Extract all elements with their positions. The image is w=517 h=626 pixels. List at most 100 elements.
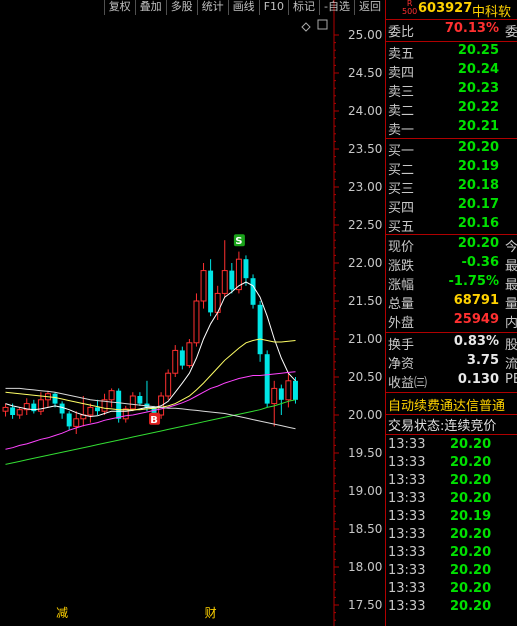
tick-row: 13:33 20.20 bbox=[386, 491, 517, 508]
stat-row: 涨跌 -0.36 最 bbox=[388, 255, 517, 274]
candle-body bbox=[193, 300, 200, 344]
y-tick-label: 21.00 bbox=[348, 332, 382, 346]
price: 20.16 bbox=[457, 216, 499, 231]
stat-row: 收益㈢0.130PE bbox=[388, 372, 517, 391]
diamond-icon[interactable] bbox=[301, 22, 311, 32]
tick-price: 20.20 bbox=[450, 437, 492, 452]
y-tick-label: 18.00 bbox=[348, 560, 382, 574]
candle-body bbox=[52, 393, 58, 404]
tick-row: 13:33 20.20 bbox=[386, 563, 517, 580]
kline-chart[interactable]: 25.00 24.50 24.00 23.50 23.00 22.50 22.00 21.50… bbox=[0, 0, 385, 626]
candle-body bbox=[250, 278, 256, 305]
candle-body bbox=[229, 270, 235, 290]
y-tick-label: 23.50 bbox=[348, 142, 382, 156]
stat-value: 0.130 bbox=[457, 372, 499, 387]
window-toggle-icon[interactable] bbox=[317, 19, 328, 30]
price: 20.22 bbox=[457, 100, 499, 115]
candle-body bbox=[122, 408, 129, 420]
y-tick-label: 20.00 bbox=[348, 408, 382, 422]
stat-row: 现价 20.20 今 bbox=[388, 236, 517, 255]
chart-toolbar: 复权 叠加 多股 统计 画线 F10 标记 -自选 返回 bbox=[0, 0, 385, 15]
tick-price: 20.20 bbox=[450, 491, 492, 506]
toolbar-button[interactable]: -自选 bbox=[319, 0, 354, 15]
stat-row: 换手 0.83% 股 bbox=[388, 334, 517, 353]
weibi-row: 委比 70.13% 委 bbox=[388, 21, 517, 40]
notice-bar[interactable]: 自动续费通达信普通 bbox=[386, 395, 517, 414]
candle-body bbox=[208, 270, 214, 313]
stock-name: 中科软 bbox=[472, 5, 512, 20]
tick-price: 20.20 bbox=[450, 473, 492, 488]
price: 20.25 bbox=[457, 43, 499, 58]
toolbar-button[interactable]: 叠加 bbox=[134, 0, 166, 15]
ask-level[interactable]: 卖三 20.23 bbox=[386, 81, 517, 100]
bid-level[interactable]: 买三 20.18 bbox=[386, 178, 517, 197]
price: 20.21 bbox=[457, 119, 499, 134]
y-tick-label: 25.00 bbox=[348, 28, 382, 42]
tick-time: 13:33 bbox=[388, 455, 426, 470]
toolbar-button[interactable]: 统计 bbox=[196, 0, 228, 15]
price: 20.19 bbox=[457, 159, 499, 174]
tick-time: 13:33 bbox=[388, 491, 426, 506]
bid-level[interactable]: 买一 20.20 bbox=[386, 140, 517, 159]
candle-body bbox=[285, 380, 292, 401]
ask-level[interactable]: 卖二 20.22 bbox=[386, 100, 517, 119]
bid-level[interactable]: 买二 20.19 bbox=[386, 159, 517, 178]
candle-body bbox=[292, 380, 298, 400]
event-label[interactable]: 减 bbox=[56, 606, 68, 620]
tick-time: 13:33 bbox=[388, 581, 426, 596]
price: 20.18 bbox=[457, 178, 499, 193]
y-tick-label: 22.00 bbox=[348, 256, 382, 270]
candle-body bbox=[2, 406, 9, 412]
candle-body bbox=[66, 413, 72, 427]
candle-body bbox=[186, 342, 193, 367]
tick-price: 20.20 bbox=[450, 599, 492, 614]
tick-row: 13:33 20.20 bbox=[386, 545, 517, 562]
y-tick-label: 19.00 bbox=[348, 484, 382, 498]
bid-level[interactable]: 买四 20.17 bbox=[386, 197, 517, 216]
tick-row: 13:33 20.20 bbox=[386, 473, 517, 490]
toolbar-button[interactable]: 标记 bbox=[288, 0, 319, 15]
divider bbox=[386, 392, 517, 393]
candle-body bbox=[116, 390, 122, 419]
divider bbox=[386, 434, 517, 435]
toolbar-button[interactable]: 返回 bbox=[354, 0, 385, 15]
y-tick-label: 17.50 bbox=[348, 598, 382, 612]
stat-value: -0.36 bbox=[461, 255, 499, 270]
signal-marker-label: B bbox=[150, 415, 158, 426]
y-tick-label: 18.50 bbox=[348, 522, 382, 536]
tick-price: 20.20 bbox=[450, 581, 492, 596]
stat-value: 3.75 bbox=[466, 353, 499, 368]
moving-average-line bbox=[5, 371, 296, 450]
weibi-value: 70.13% bbox=[444, 21, 499, 36]
bid-level[interactable]: 买五 20.16 bbox=[386, 216, 517, 235]
stat-value: 25949 bbox=[453, 312, 499, 327]
tick-row: 13:33 20.20 bbox=[386, 437, 517, 454]
tick-row: 13:33 20.20 bbox=[386, 455, 517, 472]
tick-row: 13:33 20.20 bbox=[386, 599, 517, 616]
y-tick-label: 20.50 bbox=[348, 370, 382, 384]
toolbar-button[interactable]: F10 bbox=[258, 0, 288, 15]
candle-body bbox=[129, 395, 136, 410]
y-tick-label: 24.00 bbox=[348, 104, 382, 118]
y-tick-label: 23.00 bbox=[348, 180, 382, 194]
y-tick-label: 22.50 bbox=[348, 218, 382, 232]
stat-row: 外盘 25949 内 bbox=[388, 312, 517, 331]
y-tick-label: 21.50 bbox=[348, 294, 382, 308]
ask-level[interactable]: 卖四 20.24 bbox=[386, 62, 517, 81]
ask-level[interactable]: 卖一 20.21 bbox=[386, 119, 517, 138]
price: 20.23 bbox=[457, 81, 499, 96]
candle-body bbox=[59, 403, 65, 414]
ask-level[interactable]: 卖五 20.25 bbox=[386, 43, 517, 62]
divider bbox=[386, 19, 517, 20]
y-tick-label: 19.50 bbox=[348, 446, 382, 460]
quote-panel: R 500 603927 中科软 委比 70.13% 委 卖五 20.25 卖四 20… bbox=[385, 0, 517, 626]
toolbar-button[interactable]: 画线 bbox=[227, 0, 259, 15]
stat-row: 总量 68791 量 bbox=[388, 293, 517, 312]
toolbar-button[interactable]: 多股 bbox=[165, 0, 197, 15]
candle-body bbox=[179, 350, 185, 366]
candle-body bbox=[172, 349, 179, 374]
tick-time: 13:33 bbox=[388, 545, 426, 560]
toolbar-button[interactable]: 复权 bbox=[103, 0, 135, 15]
tick-price: 20.19 bbox=[450, 509, 492, 524]
event-label[interactable]: 财 bbox=[205, 606, 217, 620]
